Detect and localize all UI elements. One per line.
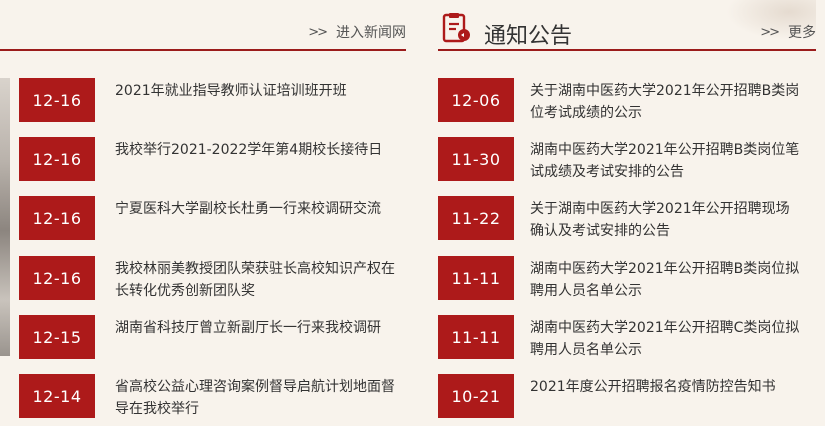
date-badge: 11-11 xyxy=(438,256,514,300)
notice-item[interactable]: 12-06 关于湖南中医药大学2021年公开招聘B类岗位考试成绩的公示 xyxy=(438,78,816,122)
news-item-title[interactable]: 我校林丽美教授团队荣获驻长高校知识产权在长转化优秀创新团队奖 xyxy=(115,256,405,302)
date-badge: 12-16 xyxy=(19,196,95,240)
news-item-title[interactable]: 省高校公益心理咨询案例督导启航计划地面督导在我校举行 xyxy=(115,374,405,420)
notice-item-title[interactable]: 关于湖南中医药大学2021年公开招聘B类岗位考试成绩的公示 xyxy=(530,78,802,124)
notice-item-title[interactable]: 湖南中医药大学2021年公开招聘B类岗位拟聘用人员名单公示 xyxy=(530,256,802,302)
date-badge: 12-06 xyxy=(438,78,514,122)
date-badge: 11-22 xyxy=(438,196,514,240)
news-item[interactable]: 12-16 我校林丽美教授团队荣获驻长高校知识产权在长转化优秀创新团队奖 xyxy=(0,256,406,300)
news-item-title[interactable]: 我校举行2021-2022学年第4期校长接待日 xyxy=(115,137,405,161)
news-more-link[interactable]: >> 进入新闻网 xyxy=(308,22,406,42)
notice-item-title[interactable]: 湖南中医药大学2021年公开招聘B类岗位笔试成绩及考试安排的公告 xyxy=(530,137,802,183)
notice-more-link[interactable]: >> 更多 xyxy=(760,22,816,42)
notice-document-icon xyxy=(442,13,470,43)
notice-header-rule xyxy=(438,49,816,51)
double-chevron-right-icon: >> xyxy=(760,24,780,40)
date-badge: 11-11 xyxy=(438,315,514,359)
date-badge: 10-21 xyxy=(438,374,514,418)
news-panel: >> 进入新闻网 12-16 2021年就业指导教师认证培训班开班 12-16 … xyxy=(0,0,406,426)
double-chevron-right-icon: >> xyxy=(308,24,328,40)
news-more-label: 进入新闻网 xyxy=(336,25,406,41)
notice-item-title[interactable]: 关于湖南中医药大学2021年公开招聘现场确认及考试安排的公告 xyxy=(530,196,802,242)
notice-item[interactable]: 11-30 湖南中医药大学2021年公开招聘B类岗位笔试成绩及考试安排的公告 xyxy=(438,137,816,181)
notice-item[interactable]: 10-21 2021年度公开招聘报名疫情防控告知书 xyxy=(438,374,816,418)
news-item-title[interactable]: 宁夏医科大学副校长杜勇一行来校调研交流 xyxy=(115,196,405,220)
notice-item-title[interactable]: 湖南中医药大学2021年公开招聘C类岗位拟聘用人员名单公示 xyxy=(530,315,802,361)
date-badge: 12-16 xyxy=(19,256,95,300)
notice-section-title: 通知公告 xyxy=(484,24,573,49)
date-badge: 11-30 xyxy=(438,137,514,181)
date-badge: 12-14 xyxy=(19,374,95,418)
news-item-title[interactable]: 2021年就业指导教师认证培训班开班 xyxy=(115,78,405,102)
news-item[interactable]: 12-14 省高校公益心理咨询案例督导启航计划地面督导在我校举行 xyxy=(0,374,406,418)
date-badge: 12-15 xyxy=(19,315,95,359)
notice-item[interactable]: 11-22 关于湖南中医药大学2021年公开招聘现场确认及考试安排的公告 xyxy=(438,196,816,240)
notice-more-label: 更多 xyxy=(788,25,816,41)
notice-panel: 通知公告 >> 更多 12-06 关于湖南中医药大学2021年公开招聘B类岗位考… xyxy=(438,0,816,426)
notice-item[interactable]: 11-11 湖南中医药大学2021年公开招聘B类岗位拟聘用人员名单公示 xyxy=(438,256,816,300)
notice-item-title[interactable]: 2021年度公开招聘报名疫情防控告知书 xyxy=(530,374,802,398)
news-item[interactable]: 12-15 湖南省科技厅曾立新副厅长一行来我校调研 xyxy=(0,315,406,359)
news-item-title[interactable]: 湖南省科技厅曾立新副厅长一行来我校调研 xyxy=(115,315,405,339)
date-badge: 12-16 xyxy=(19,137,95,181)
news-header-rule xyxy=(0,49,406,51)
news-item[interactable]: 12-16 宁夏医科大学副校长杜勇一行来校调研交流 xyxy=(0,196,406,240)
news-item[interactable]: 12-16 2021年就业指导教师认证培训班开班 xyxy=(0,78,406,122)
date-badge: 12-16 xyxy=(19,78,95,122)
notice-item[interactable]: 11-11 湖南中医药大学2021年公开招聘C类岗位拟聘用人员名单公示 xyxy=(438,315,816,359)
news-item[interactable]: 12-16 我校举行2021-2022学年第4期校长接待日 xyxy=(0,137,406,181)
